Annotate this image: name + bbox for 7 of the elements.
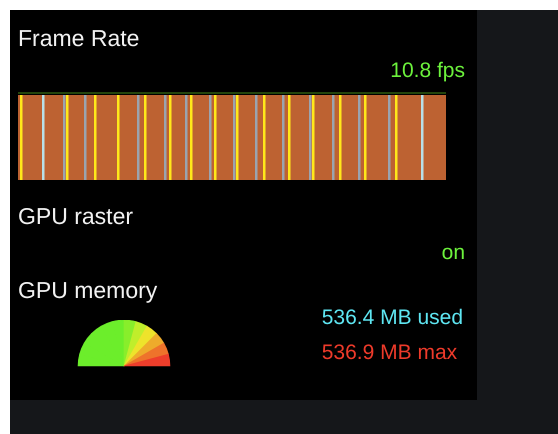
fps-reading: 10.8 fps bbox=[390, 58, 465, 84]
frame-rate-title: Frame Rate bbox=[18, 24, 140, 52]
memory-used: 536.4 MB used bbox=[322, 305, 463, 331]
gpu-memory-title: GPU memory bbox=[18, 276, 158, 304]
gpu-raster-status: on bbox=[442, 240, 465, 266]
gpu-raster-title: GPU raster bbox=[18, 202, 134, 230]
memory-max: 536.9 MB max bbox=[322, 340, 458, 366]
